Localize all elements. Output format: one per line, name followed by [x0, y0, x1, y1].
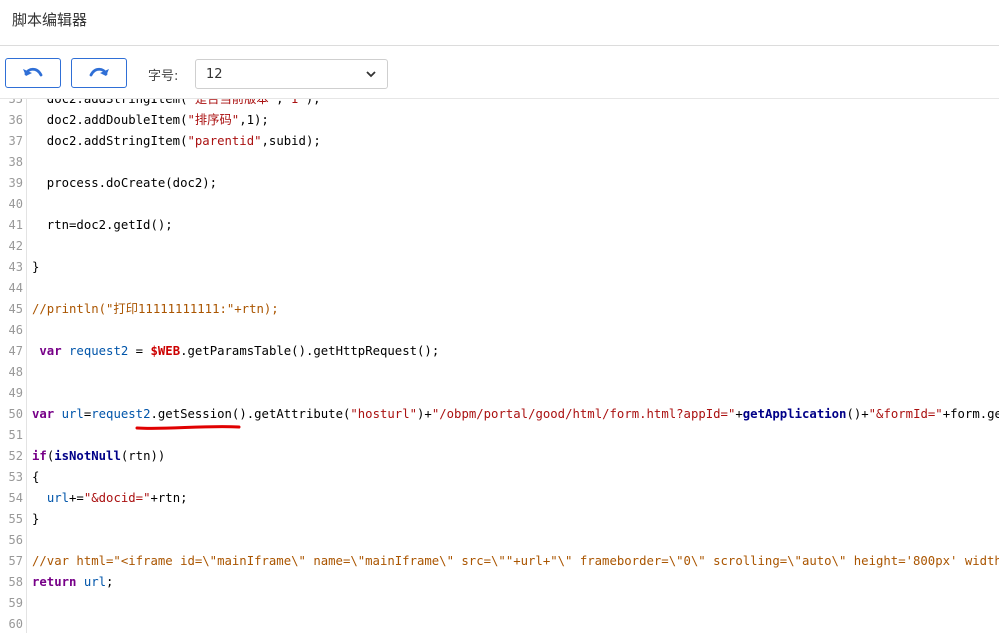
line-number: 56 [8, 533, 23, 547]
red-underline-annotation [135, 425, 241, 430]
code-text: if(isNotNull(rtn)) [32, 449, 166, 463]
chevron-down-icon [366, 71, 376, 78]
line-number: 46 [8, 323, 23, 337]
undo-icon [23, 67, 43, 77]
code-line: 40 [0, 194, 999, 215]
line-number: 55 [8, 512, 23, 526]
window-title: 脚本编辑器 [12, 11, 88, 29]
toolbar: 字号: 12 [0, 47, 999, 99]
code-line: 58 return url; [0, 572, 999, 593]
code-text: return url; [32, 575, 114, 589]
title-bar: 脚本编辑器 [0, 0, 999, 46]
line-number: 37 [8, 134, 23, 148]
line-number: 54 [8, 491, 23, 505]
code-text: //println("打印11111111111:"+rtn); [32, 302, 279, 316]
line-number: 36 [8, 113, 23, 127]
line-number: 43 [8, 260, 23, 274]
line-number: 50 [8, 407, 23, 421]
line-number: 41 [8, 218, 23, 232]
redo-button[interactable] [71, 58, 127, 88]
line-number: 47 [8, 344, 23, 358]
code-line: 49 [0, 383, 999, 404]
line-number: 60 [8, 617, 23, 631]
code-text: { [32, 470, 40, 484]
line-number: 53 [8, 470, 23, 484]
line-number: 35 [8, 99, 23, 106]
line-number: 48 [8, 365, 23, 379]
code-text: var request2 = $WEB.getParamsTable().get… [39, 344, 440, 358]
line-number: 45 [8, 302, 23, 316]
code-line: 55} [0, 509, 999, 530]
code-editor[interactable]: 35 doc2.addStringItem("是否当前版本","1"); 36 d… [0, 99, 999, 633]
line-number: 51 [8, 428, 23, 442]
code-text: rtn=doc2.getId(); [32, 218, 173, 232]
code-text: process.doCreate(doc2); [32, 176, 218, 190]
code-line: 44 [0, 278, 999, 299]
font-size-value: 12 [206, 66, 223, 82]
code-line: 57 //var html="<iframe id=\"mainIframe\" … [0, 551, 999, 572]
code-text: //var html="<iframe id=\"mainIframe\" na… [32, 554, 999, 568]
code-text: doc2.addStringItem("parentid",subid); [32, 134, 321, 148]
code-text: doc2.addDoubleItem("排序码",1); [32, 113, 269, 127]
code-text: url+="&docid="+rtn; [46, 491, 188, 505]
code-line: 37 doc2.addStringItem("parentid",subid); [0, 131, 999, 152]
code-line: 38 [0, 152, 999, 173]
line-number: 40 [8, 197, 23, 211]
code-text: doc2.addStringItem("是否当前版本","1"); [32, 99, 321, 106]
line-number: 52 [8, 449, 23, 463]
line-number: 38 [8, 155, 23, 169]
line-number: 42 [8, 239, 23, 253]
code-line: 41 rtn=doc2.getId(); [0, 215, 999, 236]
code-line: 36 doc2.addDoubleItem("排序码",1); [0, 110, 999, 131]
undo-button[interactable] [5, 58, 61, 88]
code-line: 59 [0, 593, 999, 614]
code-line: 53 { [0, 467, 999, 488]
code-line: 35 doc2.addStringItem("是否当前版本","1"); [0, 99, 999, 110]
code-line: 42 [0, 236, 999, 257]
code-text: } [32, 512, 40, 526]
code-line: 48 [0, 362, 999, 383]
code-line: 43} [0, 257, 999, 278]
font-size-label: 字号: [148, 69, 179, 84]
redo-icon [89, 67, 109, 77]
code-text: } [32, 260, 40, 274]
code-line: 47 var request2 = $WEB.getParamsTable().… [0, 341, 999, 362]
code-line: 39 process.doCreate(doc2); [0, 173, 999, 194]
line-number: 49 [8, 386, 23, 400]
code-line: 56 [0, 530, 999, 551]
code-line: 60 [0, 614, 999, 633]
line-number: 39 [8, 176, 23, 190]
code-line: 52 if(isNotNull(rtn)) [0, 446, 999, 467]
code-line: 54 url+="&docid="+rtn; [0, 488, 999, 509]
line-number: 59 [8, 596, 23, 610]
font-size-select[interactable]: 12 [195, 59, 388, 89]
line-number: 57 [8, 554, 23, 568]
code-line: 45 //println("打印11111111111:"+rtn); [0, 299, 999, 320]
line-number: 58 [8, 575, 23, 589]
code-line: 46 [0, 320, 999, 341]
line-number: 44 [8, 281, 23, 295]
